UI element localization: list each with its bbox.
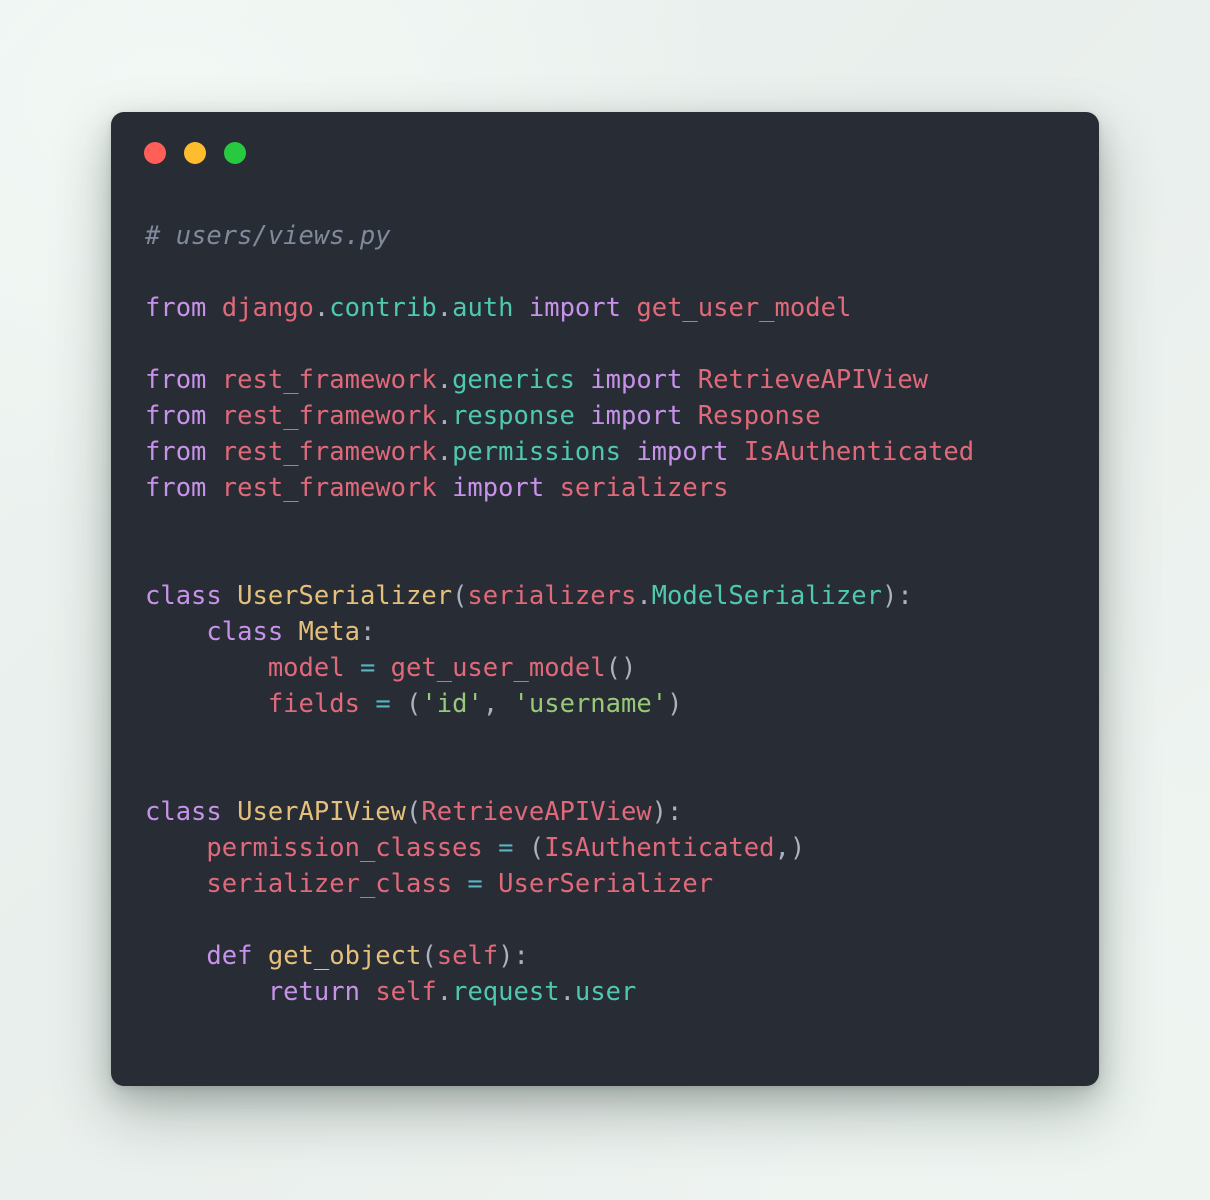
minimize-button[interactable] bbox=[184, 142, 206, 164]
window-titlebar bbox=[111, 112, 1099, 188]
maximize-button[interactable] bbox=[224, 142, 246, 164]
string-id: 'id' bbox=[421, 689, 483, 719]
string-username: 'username' bbox=[513, 689, 668, 719]
imported-get-user-model: get_user_model bbox=[636, 293, 852, 323]
attr-request: request bbox=[452, 977, 560, 1007]
close-button[interactable] bbox=[144, 142, 166, 164]
submodule-response: response bbox=[452, 401, 575, 431]
python-code-block: # users/views.py from django.contrib.aut… bbox=[145, 221, 975, 1007]
traffic-light-controls bbox=[144, 142, 246, 164]
submodule-generics: generics bbox=[452, 365, 575, 395]
submodule-contrib: contrib bbox=[329, 293, 437, 323]
class-user-api-view: UserAPIView bbox=[237, 797, 407, 827]
keyword-return: return bbox=[267, 977, 360, 1007]
module-django: django bbox=[221, 293, 314, 323]
submodule-auth: auth bbox=[452, 293, 514, 323]
keyword-class: class bbox=[145, 581, 222, 611]
imported-retrieve-api-view: RetrieveAPIView bbox=[697, 365, 929, 395]
keyword-from: from bbox=[145, 293, 207, 323]
keyword-import: import bbox=[528, 293, 621, 323]
attr-permission-classes: permission_classes bbox=[206, 833, 483, 863]
class-meta: Meta bbox=[298, 617, 360, 647]
imported-is-authenticated: IsAuthenticated bbox=[743, 437, 975, 467]
code-editor-area[interactable]: # users/views.py from django.contrib.aut… bbox=[111, 188, 1099, 1086]
attr-model: model bbox=[267, 653, 345, 683]
keyword-def: def bbox=[206, 941, 253, 971]
class-user-serializer: UserSerializer bbox=[237, 581, 453, 611]
code-snippet-window: # users/views.py from django.contrib.aut… bbox=[111, 112, 1099, 1086]
attr-serializer-class: serializer_class bbox=[206, 869, 453, 899]
imported-serializers: serializers bbox=[559, 473, 729, 503]
imported-response: Response bbox=[697, 401, 821, 431]
attr-user: user bbox=[574, 977, 637, 1007]
method-get-object: get_object bbox=[267, 941, 422, 971]
base-model-serializer: ModelSerializer bbox=[651, 581, 882, 611]
module-rest-framework: rest_framework bbox=[221, 365, 437, 395]
code-comment-filename: # users/views.py bbox=[145, 221, 391, 251]
attr-fields: fields bbox=[267, 689, 360, 719]
submodule-permissions: permissions bbox=[452, 437, 621, 467]
